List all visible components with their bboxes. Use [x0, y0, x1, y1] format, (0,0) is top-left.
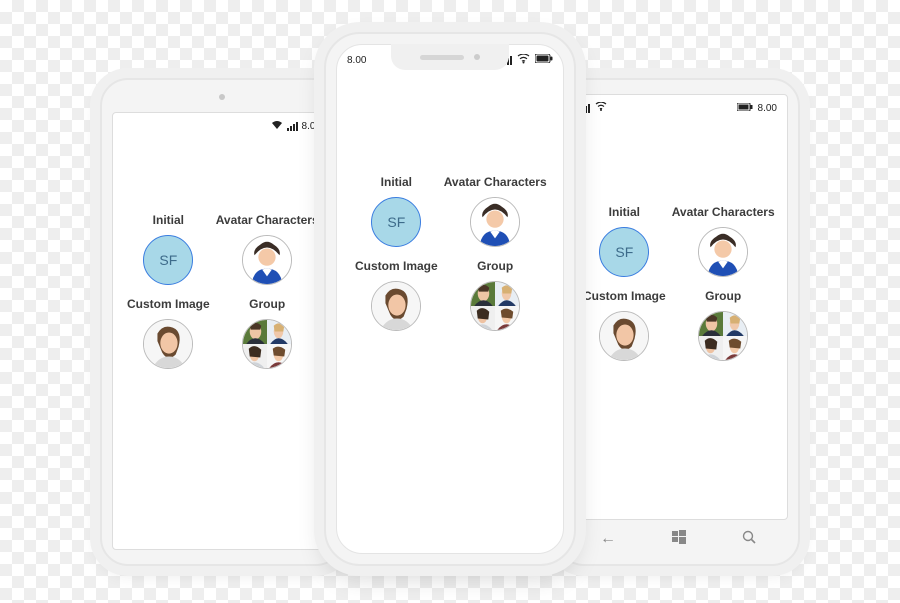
label-group: Group [705, 289, 741, 303]
notch [391, 44, 509, 70]
avatar-group[interactable] [698, 311, 748, 361]
avatar-character[interactable] [470, 197, 520, 247]
wifi-icon [271, 120, 283, 133]
device-showcase: 8.00 Initial SF Avatar Characters [0, 0, 900, 603]
avatar-character[interactable] [698, 227, 748, 277]
back-button[interactable]: ← [600, 530, 616, 548]
avatar-grid: Initial SF Avatar Characters Custom Imag… [569, 205, 787, 361]
avatar-grid: Initial SF Avatar Characters Custom Imag… [113, 213, 331, 369]
label-group: Group [477, 259, 513, 273]
avatar-group[interactable] [242, 319, 292, 369]
iphone-screen: 8.00 Initial SF Avatar Characters [336, 44, 564, 554]
label-group: Group [249, 297, 285, 311]
windows-navbar: ← [572, 526, 784, 552]
search-button[interactable] [742, 530, 756, 549]
label-initial: Initial [609, 205, 640, 219]
avatar-custom[interactable] [599, 311, 649, 361]
cell-custom: Custom Image [355, 259, 438, 331]
label-character: Avatar Characters [444, 175, 547, 189]
cell-initial: Initial SF [355, 175, 438, 247]
cell-group: Group [216, 297, 319, 369]
label-custom: Custom Image [127, 297, 210, 311]
avatar-initial-text: SF [159, 252, 177, 268]
cell-initial: Initial SF [583, 205, 666, 277]
status-time: 8.00 [758, 103, 777, 114]
label-custom: Custom Image [355, 259, 438, 273]
cell-group: Group [444, 259, 547, 331]
status-time: 8.00 [347, 55, 366, 66]
wifi-icon [595, 102, 607, 114]
avatar-custom[interactable] [143, 319, 193, 369]
label-initial: Initial [153, 213, 184, 227]
battery-icon [737, 103, 753, 114]
windows-statusbar: 8.00 [569, 95, 787, 121]
camera-dot [219, 94, 225, 100]
cell-group: Group [672, 289, 775, 361]
avatar-initial[interactable]: SF [143, 235, 193, 285]
android-screen: 8.00 Initial SF Avatar Characters [112, 112, 332, 550]
android-statusbar: 8.00 [113, 113, 331, 139]
avatar-custom[interactable] [371, 281, 421, 331]
cell-initial: Initial SF [127, 213, 210, 285]
avatar-initial[interactable]: SF [371, 197, 421, 247]
signal-icon [287, 122, 298, 131]
label-character: Avatar Characters [216, 213, 319, 227]
avatar-initial-text: SF [387, 214, 405, 230]
label-character: Avatar Characters [672, 205, 775, 219]
phone-windows: 8.00 Initial SF Avatar Characters Custom… [556, 78, 800, 566]
cell-character: Avatar Characters [216, 213, 319, 285]
label-initial: Initial [381, 175, 412, 189]
cell-custom: Custom Image [583, 289, 666, 361]
signal-icon [579, 104, 590, 113]
cell-custom: Custom Image [127, 297, 210, 369]
status-time: 8.00 [302, 121, 321, 132]
avatar-initial[interactable]: SF [599, 227, 649, 277]
avatar-character[interactable] [242, 235, 292, 285]
home-button[interactable] [672, 530, 686, 549]
label-custom: Custom Image [583, 289, 666, 303]
avatar-group[interactable] [470, 281, 520, 331]
wifi-icon [517, 54, 530, 67]
phone-iphone: 8.00 Initial SF Avatar Characters [324, 32, 576, 566]
avatar-grid: Initial SF Avatar Characters Custom Imag… [337, 175, 563, 331]
cell-character: Avatar Characters [444, 175, 547, 247]
phone-android: 8.00 Initial SF Avatar Characters [100, 78, 344, 566]
windows-screen: 8.00 Initial SF Avatar Characters Custom… [568, 94, 788, 520]
avatar-initial-text: SF [615, 244, 633, 260]
battery-icon [535, 54, 553, 66]
cell-character: Avatar Characters [672, 205, 775, 277]
